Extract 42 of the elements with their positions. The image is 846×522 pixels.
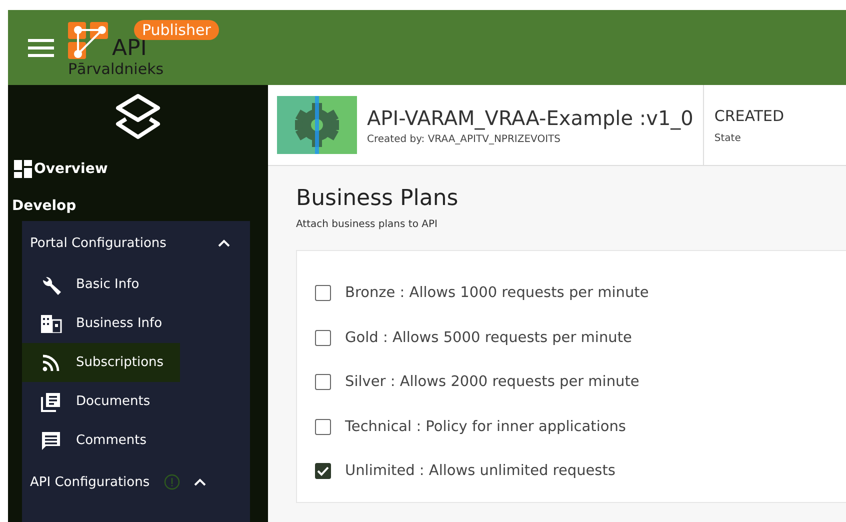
publisher-badge: Publisher [134,20,219,40]
api-thumbnail-icon [277,96,357,154]
logo-subtitle: Pārvaldnieks [68,62,164,76]
nav-item[interactable]: Business Info [22,304,180,343]
nav-group[interactable]: Portal Configurations [22,221,250,265]
checkbox[interactable] [315,285,331,302]
plan-label: Gold : Allows 5000 requests per minute [345,330,632,346]
nav-item-label: Business Info [76,316,162,331]
page-subtitle: Attach business plans to API [296,219,438,230]
nav-item-label: Documents [76,394,150,409]
state-label: State [714,132,742,144]
plan-label: Bronze : Allows 1000 requests per minute [345,285,649,302]
dashboard-icon [14,160,32,178]
nav-item[interactable]: Documents [22,382,180,421]
comment-icon [40,430,62,450]
plan-label: Technical : Policy for inner applications [345,418,626,435]
logo-icon [68,22,110,60]
page-title: Business Plans [296,186,460,211]
rss-icon [40,354,62,372]
state-value: CREATED [714,106,784,124]
created-by: Created by: VRAA_APITV_NPRIZEVOITS [367,134,562,144]
menu-icon[interactable] [28,38,54,56]
nav-item-label: Subscriptions [76,355,164,370]
documents-icon [40,392,62,412]
checkbox[interactable] [315,463,331,480]
plan-label: Unlimited : Allows unlimited requests [345,463,616,480]
nav-item[interactable]: Comments [22,421,180,460]
nav-item-label: Basic Info [76,277,140,292]
plan-label: Silver : Allows 2000 requests per minute [345,374,640,390]
nav-item[interactable]: Subscriptions [22,343,180,382]
nav-group[interactable]: API Configurations [22,460,250,504]
section-heading: Develop [11,197,78,216]
api-name: API-VARAM_VRAA-Example :v1_0 [367,106,694,130]
building-icon [40,314,62,332]
nav-item-label: Comments [76,433,146,448]
logo-title: API [112,38,147,60]
overview-link[interactable]: Overview [8,155,268,183]
checkbox[interactable] [315,418,331,435]
checkbox[interactable] [315,374,331,390]
checkbox[interactable] [315,330,331,346]
nav-item[interactable]: Basic Info [22,265,180,304]
info-icon [164,474,180,490]
